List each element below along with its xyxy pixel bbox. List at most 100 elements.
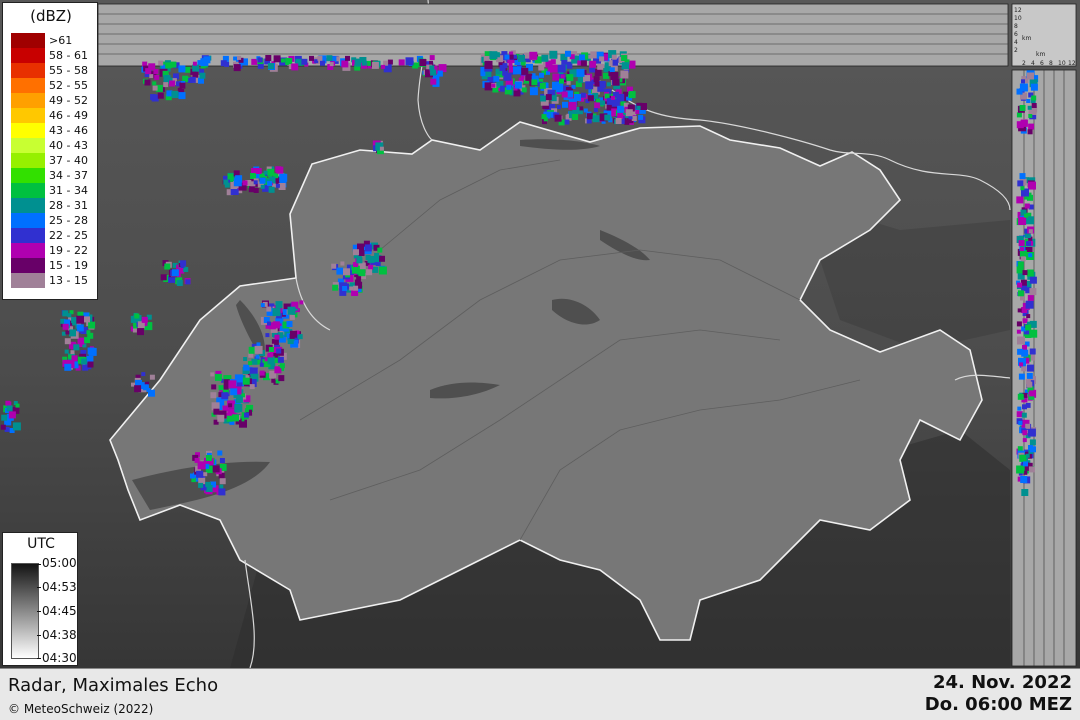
legend-swatch bbox=[11, 78, 45, 93]
legend-label: 55 - 58 bbox=[49, 64, 88, 77]
legend-label: 19 - 22 bbox=[49, 244, 88, 257]
echo-pixel bbox=[242, 180, 248, 186]
echo-pixel bbox=[8, 411, 16, 419]
echo-pixel bbox=[154, 74, 160, 80]
echo-pixel bbox=[1022, 270, 1028, 276]
echo-pixel bbox=[589, 60, 597, 68]
echo-pixel bbox=[86, 330, 91, 335]
echo-pixel bbox=[579, 106, 584, 111]
echo-pixel bbox=[12, 422, 21, 431]
echo-pixel bbox=[272, 308, 281, 317]
height-tick: 12 bbox=[1014, 7, 1022, 14]
echo-pixel bbox=[176, 280, 183, 286]
legend-swatch bbox=[11, 93, 45, 108]
echo-pixel bbox=[593, 76, 600, 83]
echo-pixel bbox=[508, 62, 513, 67]
echo-pixel bbox=[73, 344, 80, 351]
echo-pixel bbox=[134, 313, 140, 319]
echo-pixel bbox=[1020, 186, 1025, 191]
legend-class: 40 - 43 bbox=[11, 138, 97, 153]
echo-pixel bbox=[243, 364, 250, 371]
legend-label: 52 - 55 bbox=[49, 79, 88, 92]
utc-title: UTC bbox=[27, 536, 55, 552]
echo-pixel bbox=[275, 183, 280, 188]
echo-pixel bbox=[145, 68, 152, 75]
legend-class: 19 - 22 bbox=[11, 243, 97, 258]
echo-pixel bbox=[227, 173, 234, 180]
legend-label: 31 - 34 bbox=[49, 184, 88, 197]
echo-pixel bbox=[361, 60, 367, 66]
echo-pixel bbox=[1029, 348, 1036, 355]
echo-pixel bbox=[588, 54, 593, 59]
echo-pixel bbox=[285, 58, 293, 65]
echo-pixel bbox=[592, 115, 600, 123]
echo-pixel bbox=[1016, 88, 1023, 95]
echo-pixel bbox=[597, 63, 604, 70]
echo-pixel bbox=[157, 92, 164, 99]
echo-pixel bbox=[1026, 99, 1031, 103]
echo-pixel bbox=[223, 384, 229, 390]
utc-label: 04:38 bbox=[42, 628, 77, 642]
echo-pixel bbox=[604, 114, 611, 121]
echo-pixel bbox=[628, 91, 636, 99]
legend-swatch bbox=[11, 258, 45, 273]
echo-pixel bbox=[353, 249, 359, 256]
echo-pixel bbox=[189, 76, 196, 83]
echo-pixel bbox=[371, 61, 379, 69]
width-tick: 2 bbox=[1022, 60, 1026, 67]
echo-pixel bbox=[1018, 240, 1025, 247]
echo-pixel bbox=[0, 424, 6, 430]
echo-pixel bbox=[1017, 308, 1022, 313]
echo-pixel bbox=[268, 186, 275, 193]
height-tick: 4 bbox=[1014, 39, 1018, 46]
echo-pixel bbox=[150, 94, 157, 101]
legend-label: 22 - 25 bbox=[49, 229, 88, 242]
utc-label: 04:30 bbox=[42, 651, 77, 665]
legend-swatch bbox=[11, 108, 45, 123]
echo-pixel bbox=[622, 62, 629, 70]
echo-pixel bbox=[266, 306, 272, 312]
echo-pixel bbox=[268, 347, 274, 352]
legend-label: 28 - 31 bbox=[49, 199, 88, 212]
echo-pixel bbox=[562, 101, 568, 108]
echo-pixel bbox=[259, 370, 265, 376]
echo-pixel bbox=[494, 52, 500, 58]
echo-pixel bbox=[1019, 105, 1026, 111]
legend-swatch bbox=[11, 183, 45, 198]
echo-pixel bbox=[228, 380, 237, 389]
legend-class: 55 - 58 bbox=[11, 63, 97, 78]
echo-pixel bbox=[149, 374, 155, 380]
dbz-legend: (dBZ) >61 58 - 61 55 - 58 52 - 55 49 - 52 46 … bbox=[2, 2, 98, 300]
echo-pixel bbox=[506, 84, 512, 90]
echo-pixel bbox=[142, 384, 149, 391]
radar-map: 12 10 8 6 4 2 km km 2 4 6 8 10 12 bbox=[0, 0, 1080, 668]
echo-pixel bbox=[148, 389, 155, 397]
echo-pixel bbox=[278, 375, 285, 382]
legend-swatch bbox=[11, 273, 45, 288]
echo-pixel bbox=[615, 118, 622, 124]
echo-pixel bbox=[1029, 276, 1037, 284]
echo-pixel bbox=[379, 146, 384, 151]
echo-pixel bbox=[177, 87, 182, 92]
echo-pixel bbox=[279, 363, 285, 369]
echo-pixel bbox=[169, 80, 175, 87]
echo-pixel bbox=[233, 56, 238, 61]
echo-pixel bbox=[88, 321, 96, 329]
echo-pixel bbox=[299, 300, 304, 305]
echo-pixel bbox=[219, 484, 224, 489]
echo-pixel bbox=[205, 482, 211, 488]
echo-pixel bbox=[134, 385, 142, 393]
echo-pixel bbox=[340, 261, 345, 266]
echo-pixel bbox=[541, 54, 549, 62]
width-unit-label: km bbox=[1036, 51, 1045, 58]
echo-pixel bbox=[1025, 402, 1031, 408]
legend-label: 40 - 43 bbox=[49, 139, 88, 152]
echo-pixel bbox=[260, 184, 265, 189]
echo-pixel bbox=[226, 415, 233, 422]
echo-pixel bbox=[493, 75, 500, 82]
echo-pixel bbox=[198, 482, 204, 488]
echo-pixel bbox=[287, 306, 296, 315]
echo-pixel bbox=[1024, 203, 1030, 209]
echo-pixel bbox=[1020, 247, 1025, 252]
product-title: Radar, Maximales Echo bbox=[8, 675, 219, 696]
